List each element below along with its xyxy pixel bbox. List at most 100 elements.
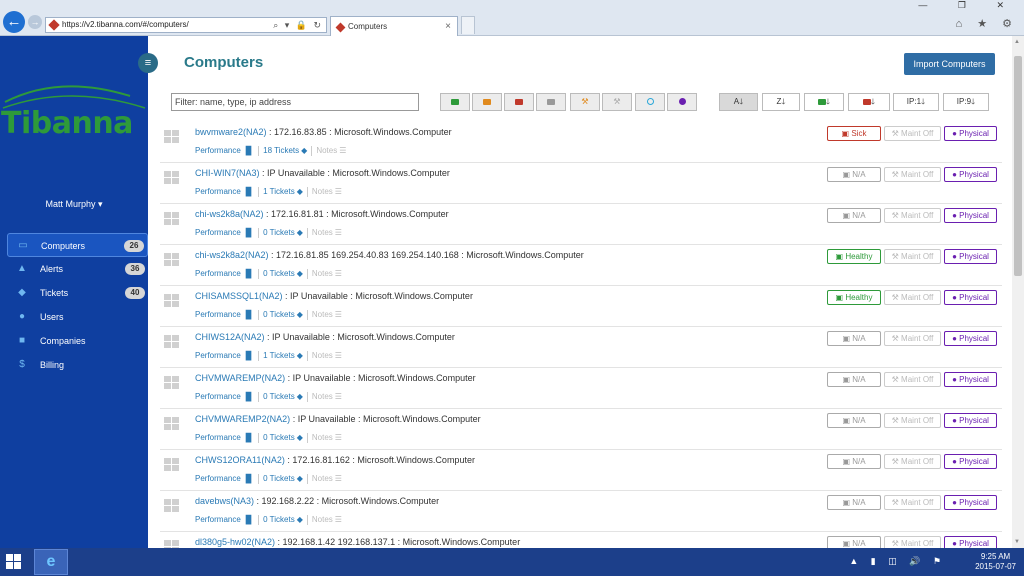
- maintenance-badge[interactable]: ⚒ Maint Off: [884, 495, 941, 510]
- maintenance-badge[interactable]: ⚒ Maint Off: [884, 208, 941, 223]
- sidebar-item-companies[interactable]: ■ Companies: [7, 329, 148, 353]
- status-badge[interactable]: ▣ Healthy: [827, 249, 881, 264]
- sort-a-button[interactable]: A🡓: [719, 93, 758, 111]
- filter-na-button[interactable]: [536, 93, 566, 111]
- notes-link[interactable]: Notes: [312, 269, 333, 278]
- filter-physical-button[interactable]: [667, 93, 697, 111]
- computer-name-link[interactable]: CHVMWAREMP(NA2): [195, 373, 285, 383]
- performance-link[interactable]: Performance: [195, 433, 241, 442]
- physical-badge[interactable]: ● Physical: [944, 249, 997, 264]
- filter-warning-button[interactable]: [472, 93, 502, 111]
- maintenance-badge[interactable]: ⚒ Maint Off: [884, 249, 941, 264]
- sidebar-item-alerts[interactable]: ▲ Alerts 36: [7, 257, 148, 281]
- forward-arrow-icon[interactable]: →: [28, 15, 42, 29]
- scroll-down-icon[interactable]: ▼: [1014, 539, 1020, 545]
- physical-badge[interactable]: ● Physical: [944, 208, 997, 223]
- status-badge[interactable]: ▣ N/A: [827, 454, 881, 469]
- status-badge[interactable]: ▣ N/A: [827, 413, 881, 428]
- maintenance-badge[interactable]: ⚒ Maint Off: [884, 290, 941, 305]
- physical-badge[interactable]: ● Physical: [944, 290, 997, 305]
- computer-name-link[interactable]: CHI-WIN7(NA3): [195, 168, 260, 178]
- status-badge[interactable]: ▣ N/A: [827, 495, 881, 510]
- filter-healthy-button[interactable]: [440, 93, 470, 111]
- status-badge[interactable]: ▣ Healthy: [827, 290, 881, 305]
- notes-link[interactable]: Notes: [312, 392, 333, 401]
- new-tab-button[interactable]: [461, 16, 475, 34]
- maintenance-badge[interactable]: ⚒ Maint Off: [884, 331, 941, 346]
- filter-virtual-button[interactable]: [635, 93, 665, 111]
- sidebar-item-computers[interactable]: ▭ Computers 26: [7, 233, 148, 257]
- tickets-link[interactable]: 0 Tickets: [263, 515, 295, 524]
- sort-ip-desc-button[interactable]: IP:9🡓: [943, 93, 989, 111]
- window-controls-icon[interactable]: — ❐ ✕: [918, 0, 1018, 11]
- scrollbar-thumb[interactable]: [1014, 56, 1022, 276]
- physical-badge[interactable]: ● Physical: [944, 536, 997, 548]
- notes-link[interactable]: Notes: [312, 187, 333, 196]
- menu-toggle-icon[interactable]: ≡: [138, 53, 158, 73]
- clock[interactable]: 9:25 AM 2015-07-07: [975, 552, 1016, 572]
- scrollbar[interactable]: ▲ ▼: [1012, 36, 1024, 548]
- filter-sick-button[interactable]: [504, 93, 534, 111]
- performance-link[interactable]: Performance: [195, 310, 241, 319]
- maintenance-badge[interactable]: ⚒ Maint Off: [884, 372, 941, 387]
- tab-close-icon[interactable]: ×: [445, 17, 451, 36]
- physical-badge[interactable]: ● Physical: [944, 167, 997, 182]
- maintenance-badge[interactable]: ⚒ Maint Off: [884, 413, 941, 428]
- physical-badge[interactable]: ● Physical: [944, 454, 997, 469]
- computer-name-link[interactable]: bwvmware2(NA2): [195, 127, 267, 137]
- performance-link[interactable]: Performance: [195, 474, 241, 483]
- computer-name-link[interactable]: dl380g5-hw02(NA2): [195, 537, 275, 547]
- status-badge[interactable]: ▣ N/A: [827, 331, 881, 346]
- address-actions-icon[interactable]: ⌕ ▾ 🔒 ↻: [273, 18, 323, 32]
- performance-link[interactable]: Performance: [195, 146, 241, 155]
- filter-input[interactable]: [171, 93, 419, 111]
- maintenance-badge[interactable]: ⚒ Maint Off: [884, 126, 941, 141]
- sort-healthy-button[interactable]: 🡓: [804, 93, 844, 111]
- performance-link[interactable]: Performance: [195, 351, 241, 360]
- performance-link[interactable]: Performance: [195, 269, 241, 278]
- internet-explorer-icon[interactable]: e: [34, 549, 68, 575]
- tickets-link[interactable]: 0 Tickets: [263, 269, 295, 278]
- status-badge[interactable]: ▣ Sick: [827, 126, 881, 141]
- sort-sick-button[interactable]: 🡓: [848, 93, 890, 111]
- maintenance-badge[interactable]: ⚒ Maint Off: [884, 454, 941, 469]
- performance-link[interactable]: Performance: [195, 392, 241, 401]
- physical-badge[interactable]: ● Physical: [944, 331, 997, 346]
- tickets-link[interactable]: 1 Tickets: [263, 351, 295, 360]
- system-tray-icon[interactable]: ▲ ▮ ◫ 🔊 ⚑: [849, 556, 946, 567]
- performance-link[interactable]: Performance: [195, 187, 241, 196]
- status-badge[interactable]: ▣ N/A: [827, 167, 881, 182]
- notes-link[interactable]: Notes: [312, 515, 333, 524]
- sort-ip-asc-button[interactable]: IP:1🡓: [893, 93, 939, 111]
- physical-badge[interactable]: ● Physical: [944, 126, 997, 141]
- computer-name-link[interactable]: CHWS12ORA11(NA2): [195, 455, 285, 465]
- filter-maint-off-button[interactable]: ⚒: [602, 93, 632, 111]
- notes-link[interactable]: Notes: [312, 433, 333, 442]
- browser-tools-icon[interactable]: ⌂ ★ ⚙: [956, 17, 1018, 30]
- maintenance-badge[interactable]: ⚒ Maint Off: [884, 167, 941, 182]
- computer-name-link[interactable]: CHIWS12A(NA2): [195, 332, 265, 342]
- notes-link[interactable]: Notes: [312, 351, 333, 360]
- tickets-link[interactable]: 0 Tickets: [263, 433, 295, 442]
- tickets-link[interactable]: 18 Tickets: [263, 146, 299, 155]
- notes-link[interactable]: Notes: [316, 146, 337, 155]
- tickets-link[interactable]: 0 Tickets: [263, 228, 295, 237]
- performance-link[interactable]: Performance: [195, 228, 241, 237]
- tickets-link[interactable]: 0 Tickets: [263, 392, 295, 401]
- back-arrow-icon[interactable]: ←: [3, 11, 25, 33]
- sidebar-item-users[interactable]: ● Users: [7, 305, 148, 329]
- notes-link[interactable]: Notes: [312, 228, 333, 237]
- notes-link[interactable]: Notes: [312, 474, 333, 483]
- tickets-link[interactable]: 0 Tickets: [263, 310, 295, 319]
- import-computers-button[interactable]: Import Computers: [904, 53, 995, 75]
- status-badge[interactable]: ▣ N/A: [827, 208, 881, 223]
- sidebar-item-billing[interactable]: $ Billing: [7, 353, 148, 377]
- status-badge[interactable]: ▣ N/A: [827, 536, 881, 548]
- performance-link[interactable]: Performance: [195, 515, 241, 524]
- computer-name-link[interactable]: davebws(NA3): [195, 496, 254, 506]
- address-bar[interactable]: https://v2.tibanna.com/#/computers/ ⌕ ▾ …: [45, 17, 327, 33]
- windows-start-icon[interactable]: [6, 554, 22, 570]
- status-badge[interactable]: ▣ N/A: [827, 372, 881, 387]
- tickets-link[interactable]: 1 Tickets: [263, 187, 295, 196]
- physical-badge[interactable]: ● Physical: [944, 372, 997, 387]
